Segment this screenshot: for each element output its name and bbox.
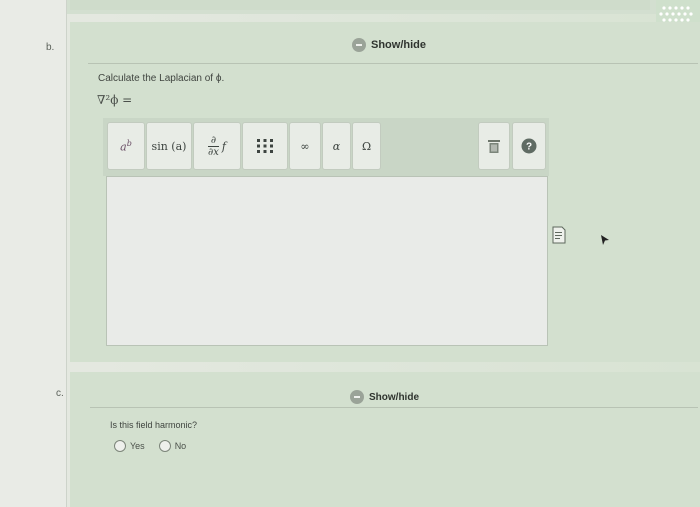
infinity-button[interactable]: ∞ [289,122,321,170]
harmonic-options: Yes No [114,440,186,452]
math-toolbar: ab sin (a) ∂ ∂x f ∞ α Ω ? [103,118,549,176]
show-hide-toggle-c[interactable]: Show/hide [350,390,419,404]
top-strip [0,0,700,14]
help-button[interactable]: ? [512,122,546,170]
option-label: No [174,441,187,451]
show-hide-toggle-b[interactable]: Show/hide [352,38,426,52]
trash-button[interactable] [478,122,510,170]
help-icon: ? [521,138,537,154]
answer-input-area[interactable] [106,176,548,346]
radio-button[interactable] [158,440,171,452]
no-option[interactable]: No [158,440,187,452]
radio-button[interactable] [114,440,126,452]
harmonic-question: Is this field harmonic? [110,420,198,430]
left-gutter [0,0,67,507]
question-prompt: Calculate the Laplacian of ϕ. [98,73,225,84]
matrix-button[interactable] [242,122,288,170]
matrix-icon [257,139,273,153]
partial-function: f [221,139,226,153]
infinity-label: ∞ [300,139,310,153]
alpha-button[interactable]: α [322,122,351,170]
part-b-letter: b. [46,42,55,53]
trash-icon [488,140,500,153]
equation-label: ∇²ϕ = [97,93,133,107]
alpha-label: α [332,139,341,153]
omega-label: Ω [361,139,372,153]
partial-derivative-button[interactable]: ∂ ∂x f [193,122,241,170]
part-c-letter: c. [56,388,64,399]
collapse-icon [352,38,366,52]
sin-label: sin (a) [151,139,187,153]
partial-numerator: ∂ [210,134,217,146]
svg-text:?: ? [526,142,532,153]
cursor-icon [601,235,609,245]
document-icon[interactable] [552,226,566,244]
show-hide-label: Show/hide [371,39,426,51]
collapse-icon [350,390,364,404]
yes-option[interactable]: Yes [114,440,145,452]
show-hide-label: Show/hide [369,391,419,403]
sin-button[interactable]: sin (a) [146,122,192,170]
power-button[interactable]: ab [107,122,145,170]
option-label: Yes [130,441,145,451]
partial-denominator: ∂x [208,145,219,158]
divider [90,407,698,408]
omega-button[interactable]: Ω [352,122,381,170]
divider [88,63,698,64]
power-exponent: b [126,138,132,148]
